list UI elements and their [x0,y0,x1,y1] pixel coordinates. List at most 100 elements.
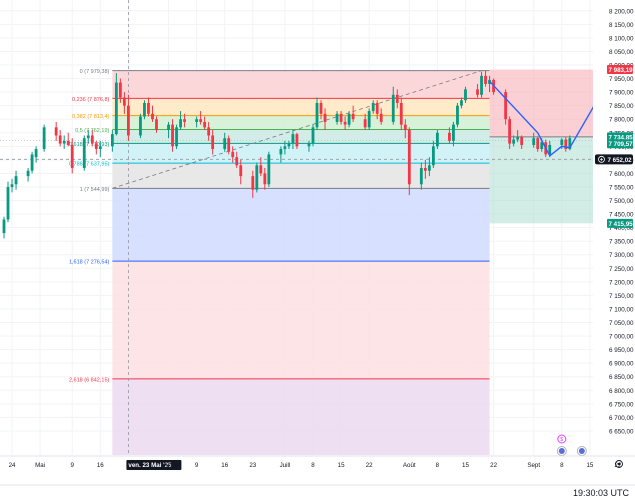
utc-clock[interactable]: 19:30:03 UTC [573,488,629,498]
candle-body [263,173,267,185]
candle-body [30,154,34,171]
candle-body [34,149,38,158]
candle-body [195,119,199,122]
time-tick-label: Juill [280,462,291,469]
candle-body [94,143,98,150]
candle-body [504,92,508,120]
candle-body [399,102,403,125]
candle [255,162,259,193]
candlestick-chart[interactable]: 0 (7 979,38) 0,236 (7 876,8) 0,382 (7 813,… [0,0,635,500]
price-tick-label: 7 550,00 [609,184,634,191]
time-tick-label: 15 [338,462,345,469]
candle [62,135,66,150]
candle-body [171,124,174,147]
candle-body [351,113,355,120]
candle [311,124,315,147]
price-tick-label: 7 100,00 [609,306,634,313]
price-tick-label: 7 000,00 [609,334,634,341]
candle [66,132,70,147]
candle-body [283,146,287,150]
candle-body [223,138,227,150]
candle-body [347,113,351,125]
price-tick-label: 6 950,00 [609,347,634,354]
candle-body [203,121,207,128]
candle [139,113,142,139]
event-icon-dot [558,448,565,454]
candle [267,151,271,187]
candle-body [86,135,90,139]
crosshair-price-label: 7 652,02 [608,157,633,164]
candle-body [456,105,459,125]
candle [82,135,86,171]
fib-level-label: 0,786 (7 637,95) [69,162,110,168]
dividend-icon-glyph: $ [560,437,563,443]
candle-body [295,134,299,147]
candle-body [371,102,375,112]
time-tick-label: 9 [195,462,199,469]
candle-body [520,136,524,145]
candle-body [259,165,263,174]
candle-body [319,102,323,114]
candle-body [143,102,146,117]
candle-body [287,143,291,147]
candle-body [363,119,367,128]
candle-body [183,119,186,122]
fib-level-label: 0 (7 979,38) [80,69,110,75]
target-price-badge-label: 7 415,95 [609,221,634,228]
candle-body [167,124,170,131]
candle-body [560,139,564,145]
candle-body [6,186,10,220]
candle [175,124,178,150]
fib-level-label: 0,382 (7 813,4) [72,114,109,120]
candle [456,102,459,128]
candle-body [464,89,467,101]
time-tick-label: 8 [560,462,564,469]
fib-zone-1.618 [112,188,490,262]
candle-body [323,113,327,122]
stop-price-badge-label: 7 983,19 [609,67,634,74]
candle-body [114,82,118,135]
fib-zone-3.618 [112,378,490,455]
candle-body [508,119,512,144]
candle-body [427,165,431,171]
candle-body [532,138,536,145]
candle-body [403,124,407,131]
price-tick-label: 7 350,00 [609,239,634,246]
time-tick-label: 24 [9,462,16,469]
price-tick-label: 7 600,00 [609,171,634,178]
price-tick-label: 7 300,00 [609,252,634,259]
candle-body [147,102,150,114]
fib-level-label: 0,618 (7 710,93) [69,142,110,148]
candle-body [126,105,130,136]
candle-body [476,89,479,95]
candle-body [419,168,423,185]
candle-body [70,144,74,169]
candle-body [435,132,439,147]
candle-body [452,124,455,141]
candle-body [151,113,154,120]
candle [26,168,30,182]
candle-body [155,119,158,131]
candle [42,124,46,152]
stop-price-badge: 7 983,19 [607,65,634,75]
candle-body [10,184,14,187]
candle-body [291,134,295,144]
fib-zone-0.236 [112,70,490,99]
candle [2,216,6,239]
candle-body [122,97,126,106]
price-tick-label: 7 900,00 [609,90,634,97]
price-tick-label: 7 850,00 [609,103,634,110]
candle-body [110,134,114,147]
candle-body [512,139,516,144]
price-tick-label: 8 200,00 [609,8,634,15]
candle-body [62,140,66,144]
candle-body [90,135,94,144]
candle-body [54,127,58,136]
price-tick-label: 6 850,00 [609,374,634,381]
plot-area: 0 (7 979,38) 0,236 (7 876,8) 0,382 (7 813,… [0,0,593,455]
candle-body [66,140,70,145]
candle-body [431,146,435,166]
candle-body [267,154,271,185]
candle [10,178,14,193]
price-tick-label: 8 050,00 [609,49,634,56]
